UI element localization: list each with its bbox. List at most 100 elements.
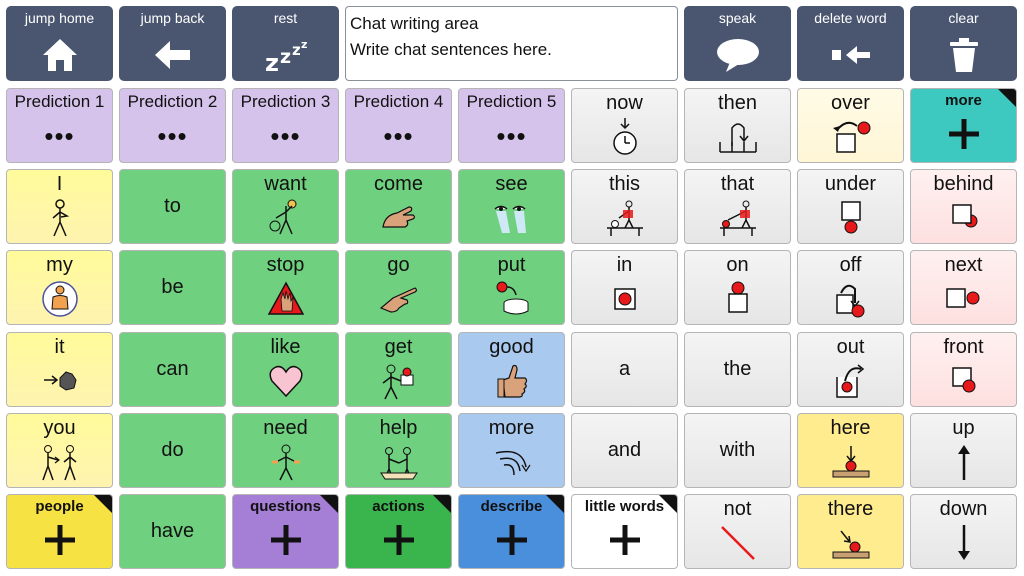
word-you-button[interactable]: you [6,413,113,488]
word-want-button[interactable]: want [232,169,339,244]
little-words-category-button[interactable]: little words [571,494,678,569]
word-do-button[interactable]: do [119,413,226,488]
trash-can-icon [910,35,1017,75]
word-label: front [943,336,984,358]
off-icon [798,278,903,320]
ellipsis-icon: ••• [383,121,414,151]
word-then-button[interactable]: then [684,88,791,163]
questions-category-button[interactable]: questions [232,494,339,569]
word-can-button[interactable]: can [119,332,226,407]
word-i-button[interactable]: I [6,169,113,244]
word-come-button[interactable]: come [345,169,452,244]
word-down-button[interactable]: down [910,494,1017,569]
word-not-button[interactable]: not [684,494,791,569]
word-out-button[interactable]: out [797,332,904,407]
there-icon [798,522,903,564]
word-like-button[interactable]: like [232,332,339,407]
word-the-button[interactable]: the [684,332,791,407]
word-go-button[interactable]: go [345,250,452,325]
word-label: can [156,358,189,380]
word-see-button[interactable]: see [458,169,565,244]
word-behind-button[interactable]: behind [910,169,1017,244]
want-person-icon [233,197,338,239]
word-over-button[interactable]: over [797,88,904,163]
rest-button[interactable]: rest zzzz [232,6,339,81]
word-off-button[interactable]: off [797,250,904,325]
word-and-button[interactable]: and [571,413,678,488]
word-next-button[interactable]: next [910,250,1017,325]
word-stop-button[interactable]: stop [232,250,339,325]
plus-icon [7,520,112,560]
word-with-button[interactable]: with [684,413,791,488]
word-label: the [723,358,752,380]
word-label: come [374,173,423,195]
word-this-button[interactable]: this [571,169,678,244]
prediction-2-button[interactable]: Prediction 2 ••• [119,88,226,163]
svg-text:z: z [292,41,301,59]
word-here-button[interactable]: here [797,413,904,488]
plus-icon [572,520,677,560]
clear-button[interactable]: clear [910,6,1017,81]
jump-home-button[interactable]: jump home [6,6,113,81]
describe-category-button[interactable]: describe [458,494,565,569]
word-label: see [495,173,528,195]
word-front-button[interactable]: front [910,332,1017,407]
word-put-button[interactable]: put [458,250,565,325]
word-need-button[interactable]: need [232,413,339,488]
word-that-button[interactable]: that [684,169,791,244]
word-to-button[interactable]: to [119,169,226,244]
word-help-button[interactable]: help [345,413,452,488]
word-label: that [720,173,755,195]
word-on-button[interactable]: on [684,250,791,325]
word-be-button[interactable]: be [119,250,226,325]
my-person-icon [7,278,112,320]
people-category-button[interactable]: people [6,494,113,569]
folder-corner [546,495,564,513]
word-under-button[interactable]: under [797,169,904,244]
word-get-button[interactable]: get [345,332,452,407]
word-label: down [939,498,988,520]
help-people-icon [346,441,451,483]
more-category-button[interactable]: more [910,88,1017,163]
word-label: here [830,417,871,439]
arrow-left-icon [119,35,226,75]
word-label: want [264,173,307,195]
speak-button[interactable]: speak [684,6,791,81]
word-more-button[interactable]: more [458,413,565,488]
plus-icon [911,114,1016,154]
prediction-label: Prediction 5 [466,92,557,111]
word-my-button[interactable]: my [6,250,113,325]
prediction-5-button[interactable]: Prediction 5 ••• [458,88,565,163]
chat-writing-area[interactable]: Chat writing area Write chat sentences h… [345,6,678,81]
under-icon [798,197,903,239]
ellipsis-icon: ••• [157,121,188,151]
prediction-3-button[interactable]: Prediction 3 ••• [232,88,339,163]
pointing-hand-icon [346,278,451,320]
word-good-button[interactable]: good [458,332,565,407]
word-label: go [387,254,410,276]
stop-hand-icon [233,278,338,320]
prediction-4-button[interactable]: Prediction 4 ••• [345,88,452,163]
word-a-button[interactable]: a [571,332,678,407]
word-label: have [150,520,195,542]
person-pointing-self-icon [7,197,112,239]
it-pointing-icon [7,360,112,402]
word-now-button[interactable]: now [571,88,678,163]
word-it-button[interactable]: it [6,332,113,407]
prediction-1-button[interactable]: Prediction 1 ••• [6,88,113,163]
word-label: there [827,498,874,520]
word-there-button[interactable]: there [797,494,904,569]
word-label: on [726,254,749,276]
word-up-button[interactable]: up [910,413,1017,488]
word-have-button[interactable]: have [119,494,226,569]
more-spiral-icon [459,441,564,483]
folder-corner [998,89,1016,107]
word-in-button[interactable]: in [571,250,678,325]
clock-icon [572,116,677,158]
svg-text:z: z [280,46,291,68]
delete-word-button[interactable]: delete word [797,6,904,81]
actions-category-button[interactable]: actions [345,494,452,569]
jump-back-button[interactable]: jump back [119,6,226,81]
plus-icon [459,520,564,560]
word-label: out [836,336,865,358]
